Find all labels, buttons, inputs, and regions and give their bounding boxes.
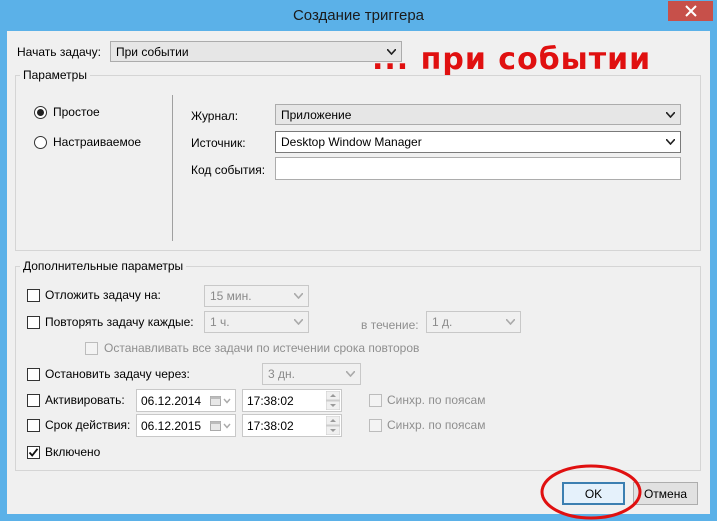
activate-sync-label: Синхр. по поясам — [387, 393, 486, 407]
activate-date-picker[interactable]: 06.12.2014 — [136, 389, 236, 412]
repeat-duration-select[interactable]: 1 д. — [426, 311, 521, 333]
event-id-label: Код события: — [191, 163, 266, 177]
chevron-down-icon — [294, 319, 303, 325]
chevron-down-icon — [506, 319, 515, 325]
advanced-legend: Дополнительные параметры — [20, 259, 187, 273]
spin-updown-icon — [326, 391, 340, 410]
log-label: Журнал: — [191, 109, 239, 123]
chevron-down-icon — [294, 293, 303, 299]
calendar-icon — [210, 421, 231, 431]
radio-custom-label: Настраиваемое — [53, 135, 142, 149]
stop-after-select[interactable]: 3 дн. — [262, 363, 361, 385]
calendar-icon — [210, 396, 231, 406]
start-task-label: Начать задачу: — [17, 45, 101, 59]
activate-label: Активировать: — [45, 393, 125, 407]
activate-sync-checkbox[interactable] — [369, 394, 382, 407]
source-label: Источник: — [191, 136, 246, 150]
title-bar: Создание триггера — [0, 0, 717, 31]
expire-sync-label: Синхр. по поясам — [387, 418, 486, 432]
radio-simple[interactable] — [34, 106, 47, 119]
delay-label: Отложить задачу на: — [45, 288, 161, 302]
ok-button[interactable]: OK — [562, 482, 625, 505]
expire-checkbox[interactable] — [27, 419, 40, 432]
expire-date-picker[interactable]: 06.12.2015 — [136, 414, 236, 437]
close-button[interactable] — [668, 1, 713, 21]
log-select[interactable]: Приложение — [275, 104, 681, 125]
radio-simple-label: Простое — [53, 105, 100, 119]
log-value: Приложение — [281, 108, 352, 122]
stop-all-checkbox[interactable] — [85, 342, 98, 355]
window-title: Создание триггера — [292, 7, 425, 24]
repeat-label: Повторять задачу каждые: — [45, 315, 194, 329]
stop-after-label: Остановить задачу через: — [45, 367, 190, 381]
expire-label: Срок действия: — [45, 418, 131, 432]
expire-time-field[interactable]: 17:38:02 — [242, 414, 342, 437]
activate-time-field[interactable]: 17:38:02 — [242, 389, 342, 412]
start-task-select[interactable]: При событии — [110, 41, 402, 62]
annotation-text: ... при событии — [372, 42, 652, 77]
enabled-checkbox[interactable] — [27, 446, 40, 459]
parameters-divider — [172, 95, 173, 241]
chevron-down-icon — [666, 139, 675, 145]
repeat-select[interactable]: 1 ч. — [204, 311, 309, 333]
parameters-legend: Параметры — [20, 68, 90, 82]
start-task-value: При событии — [116, 45, 189, 59]
chevron-down-icon — [346, 371, 355, 377]
activate-checkbox[interactable] — [27, 394, 40, 407]
source-value: Desktop Window Manager — [281, 135, 422, 149]
close-icon — [684, 5, 697, 17]
cancel-button[interactable]: Отмена — [633, 482, 698, 505]
radio-custom[interactable] — [34, 136, 47, 149]
source-select[interactable]: Desktop Window Manager — [275, 131, 681, 153]
event-id-input[interactable] — [275, 157, 681, 180]
spin-updown-icon — [326, 416, 340, 435]
enabled-label: Включено — [45, 445, 101, 459]
delay-checkbox[interactable] — [27, 289, 40, 302]
repeat-checkbox[interactable] — [27, 316, 40, 329]
stop-all-label: Останавливать все задачи по истечении ср… — [104, 341, 420, 355]
check-icon — [28, 448, 39, 457]
chevron-down-icon — [666, 112, 675, 118]
delay-select[interactable]: 15 мин. — [204, 285, 309, 307]
expire-sync-checkbox[interactable] — [369, 419, 382, 432]
stop-after-checkbox[interactable] — [27, 368, 40, 381]
repeat-duration-label: в течение: — [361, 318, 419, 332]
